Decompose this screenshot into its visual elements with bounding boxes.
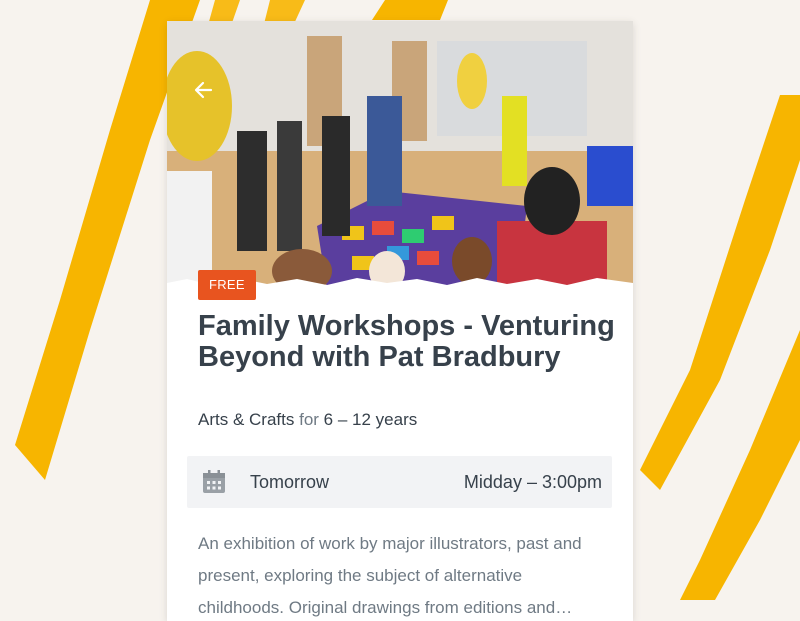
- event-title: Family Workshops - Venturing Beyond with…: [198, 310, 615, 373]
- event-description: An exhibition of work by major illustrat…: [198, 534, 582, 617]
- calendar-icon: [203, 470, 225, 493]
- event-subtitle: Arts & Crafts for 6 – 12 years: [198, 410, 417, 430]
- event-schedule: Tomorrow Midday – 3:00pm: [187, 456, 612, 508]
- back-button[interactable]: [189, 75, 219, 105]
- event-card: FREE Family Workshops - Venturing Beyond…: [167, 21, 633, 621]
- event-category: Arts & Crafts: [198, 410, 295, 429]
- price-badge: FREE: [198, 270, 256, 300]
- age-connector: for: [299, 410, 319, 429]
- back-arrow-icon: [194, 81, 213, 99]
- event-date: Tomorrow: [250, 472, 330, 492]
- age-range: 6 – 12 years: [323, 410, 418, 429]
- event-hero-photo: [167, 21, 633, 289]
- event-time: Midday – 3:00pm: [463, 472, 602, 492]
